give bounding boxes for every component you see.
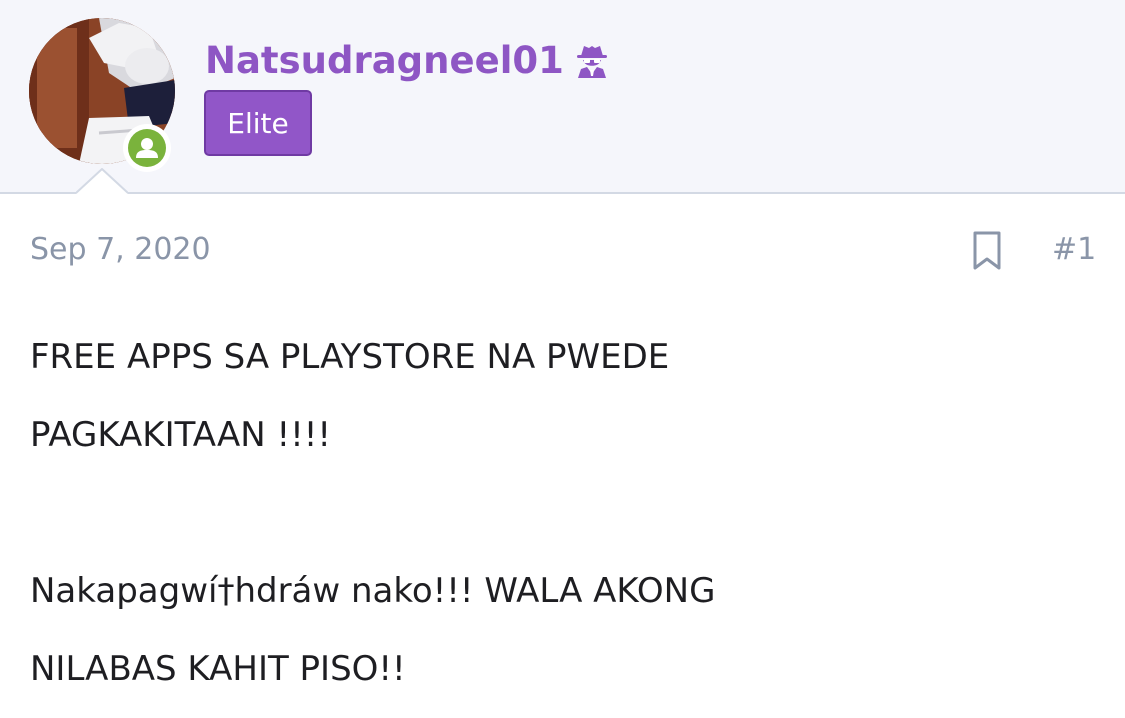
post-body-line: NILABAS KAHIT PISO!! <box>30 649 406 689</box>
user-role-badge: Elite <box>204 90 312 156</box>
forum-post: Natsudragneel01 Elite Sep 7, 2020 #1 FRE… <box>0 0 1125 718</box>
online-status-badge <box>123 124 171 172</box>
username-row: Natsudragneel01 <box>205 34 612 86</box>
post-user-header: Natsudragneel01 Elite <box>0 0 1125 194</box>
username-link[interactable]: Natsudragneel01 <box>205 39 564 82</box>
post-body: FREE APPS SA PLAYSTORE NA PWEDE PAGKAKIT… <box>30 318 1100 708</box>
post-body-blank-line <box>30 474 1100 552</box>
post-body-line: FREE APPS SA PLAYSTORE NA PWEDE <box>30 337 670 377</box>
bookmark-icon[interactable] <box>970 230 1004 272</box>
post-body-line: Nakapagwí†hdráw nako!!! WALA AKONG <box>30 571 716 611</box>
user-online-icon <box>136 138 158 158</box>
post-body-line: PAGKAKITAAN !!!! <box>30 415 331 455</box>
user-secret-icon <box>576 46 607 78</box>
post-number-link[interactable]: #1 <box>1052 232 1096 267</box>
post-date-link[interactable]: Sep 7, 2020 <box>30 232 211 267</box>
header-pointer <box>76 168 128 194</box>
